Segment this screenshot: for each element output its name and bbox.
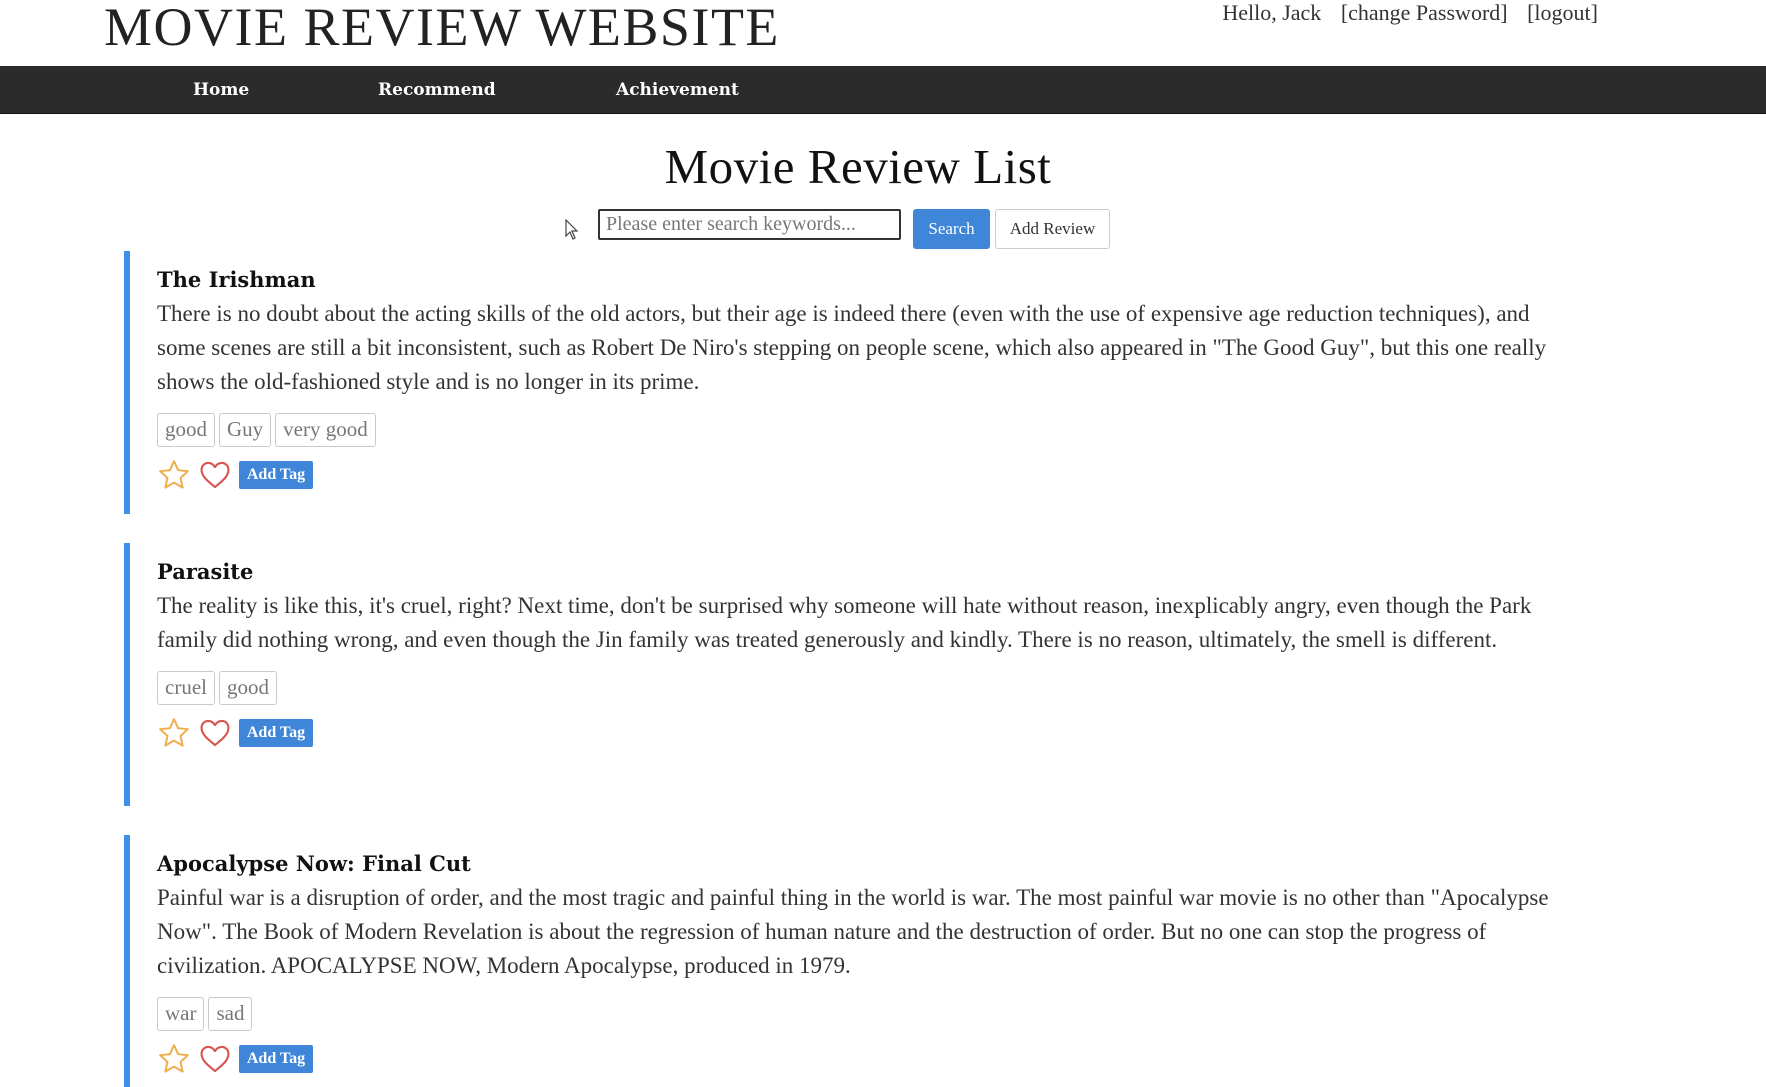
review-text: There is no doubt about the acting skill…	[157, 301, 1547, 394]
star-icon[interactable]	[157, 458, 191, 492]
user-links: Hello, Jack [change Password] [logout]	[1222, 0, 1598, 26]
review-text: Painful war is a disruption of order, an…	[157, 885, 1549, 978]
site-title: MOVIE REVIEW WEBSITE	[104, 0, 780, 57]
site-header: MOVIE REVIEW WEBSITE Hello, Jack [change…	[0, 0, 1766, 66]
change-password-link[interactable]: [change Password]	[1341, 0, 1508, 25]
nav-item-achievement[interactable]: Achievement	[616, 80, 739, 100]
heart-icon[interactable]	[198, 458, 232, 492]
tag[interactable]: good	[218, 671, 277, 705]
star-icon[interactable]	[157, 716, 191, 750]
logout-link[interactable]: [logout]	[1527, 0, 1598, 25]
tag-list: cruel good	[157, 671, 1574, 705]
tag[interactable]: Guy	[219, 413, 272, 447]
greeting-text: Hello, Jack	[1222, 0, 1322, 25]
nav-item-home[interactable]: Home	[193, 80, 249, 100]
tag[interactable]: cruel	[157, 671, 215, 705]
review-card: Parasite The reality is like this, it's …	[124, 543, 1574, 806]
tag[interactable]: sad	[208, 997, 253, 1031]
tag-list: good Guy very good	[157, 413, 1574, 447]
heart-icon[interactable]	[198, 716, 232, 750]
heart-icon[interactable]	[198, 1042, 232, 1076]
tag[interactable]: good	[157, 413, 215, 447]
add-tag-button[interactable]: Add Tag	[239, 1045, 313, 1073]
tag[interactable]: war	[157, 997, 205, 1031]
review-title: Parasite	[157, 559, 254, 584]
review-actions: Add Tag	[157, 458, 1574, 492]
add-review-button[interactable]: Add Review	[995, 209, 1110, 249]
tag-list: war sad	[157, 997, 1574, 1031]
star-icon[interactable]	[157, 1042, 191, 1076]
search-input[interactable]	[598, 209, 901, 240]
review-title: The Irishman	[157, 267, 316, 292]
review-card: The Irishman There is no doubt about the…	[124, 251, 1574, 514]
review-text: The reality is like this, it's cruel, ri…	[157, 593, 1532, 652]
page-title: Movie Review List	[664, 139, 1052, 194]
mouse-cursor-icon	[565, 219, 579, 240]
add-tag-button[interactable]: Add Tag	[239, 719, 313, 747]
review-title: Apocalypse Now: Final Cut	[157, 851, 471, 876]
add-tag-button[interactable]: Add Tag	[239, 461, 313, 489]
review-actions: Add Tag	[157, 1042, 1574, 1076]
review-card: Apocalypse Now: Final Cut Painful war is…	[124, 835, 1574, 1087]
tag[interactable]: very good	[275, 413, 376, 447]
main-navbar: Home Recommend Achievement	[0, 66, 1766, 114]
search-button[interactable]: Search	[913, 209, 990, 249]
review-actions: Add Tag	[157, 716, 1574, 750]
nav-item-recommend[interactable]: Recommend	[378, 80, 496, 100]
